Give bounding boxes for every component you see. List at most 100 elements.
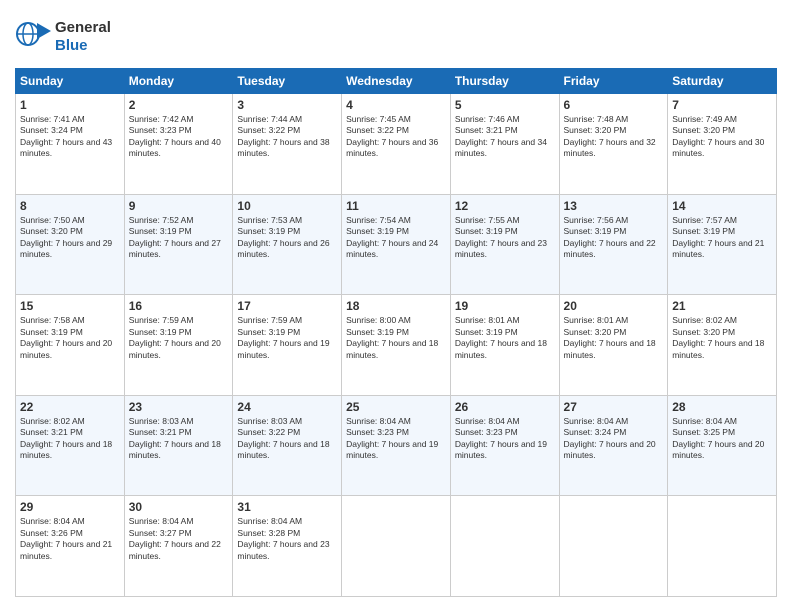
day-info: Sunrise: 8:04 AM Sunset: 3:24 PM Dayligh… bbox=[564, 416, 664, 462]
day-info: Sunrise: 7:50 AM Sunset: 3:20 PM Dayligh… bbox=[20, 215, 120, 261]
logo-icon bbox=[15, 15, 53, 53]
calendar-day-cell: 9 Sunrise: 7:52 AM Sunset: 3:19 PM Dayli… bbox=[124, 194, 233, 295]
day-number: 16 bbox=[129, 299, 229, 313]
day-number: 5 bbox=[455, 98, 555, 112]
day-info: Sunrise: 8:00 AM Sunset: 3:19 PM Dayligh… bbox=[346, 315, 446, 361]
calendar-day-cell: 28 Sunrise: 8:04 AM Sunset: 3:25 PM Dayl… bbox=[668, 395, 777, 496]
calendar-day-cell: 2 Sunrise: 7:42 AM Sunset: 3:23 PM Dayli… bbox=[124, 94, 233, 195]
day-number: 18 bbox=[346, 299, 446, 313]
calendar-day-cell: 10 Sunrise: 7:53 AM Sunset: 3:19 PM Dayl… bbox=[233, 194, 342, 295]
day-number: 10 bbox=[237, 199, 337, 213]
calendar-day-cell: 16 Sunrise: 7:59 AM Sunset: 3:19 PM Dayl… bbox=[124, 295, 233, 396]
day-of-week-header: Friday bbox=[559, 69, 668, 94]
calendar-day-cell: 19 Sunrise: 8:01 AM Sunset: 3:19 PM Dayl… bbox=[450, 295, 559, 396]
calendar-day-cell bbox=[559, 496, 668, 597]
day-number: 12 bbox=[455, 199, 555, 213]
calendar-day-cell: 11 Sunrise: 7:54 AM Sunset: 3:19 PM Dayl… bbox=[342, 194, 451, 295]
day-info: Sunrise: 7:41 AM Sunset: 3:24 PM Dayligh… bbox=[20, 114, 120, 160]
day-info: Sunrise: 7:53 AM Sunset: 3:19 PM Dayligh… bbox=[237, 215, 337, 261]
day-info: Sunrise: 7:46 AM Sunset: 3:21 PM Dayligh… bbox=[455, 114, 555, 160]
calendar-day-cell: 17 Sunrise: 7:59 AM Sunset: 3:19 PM Dayl… bbox=[233, 295, 342, 396]
logo: General Blue bbox=[15, 15, 111, 58]
page: General Blue SundayMondayTuesdayWednesda… bbox=[0, 0, 792, 612]
day-info: Sunrise: 7:45 AM Sunset: 3:22 PM Dayligh… bbox=[346, 114, 446, 160]
calendar-day-cell bbox=[342, 496, 451, 597]
day-number: 22 bbox=[20, 400, 120, 414]
day-of-week-header: Sunday bbox=[16, 69, 125, 94]
day-info: Sunrise: 7:52 AM Sunset: 3:19 PM Dayligh… bbox=[129, 215, 229, 261]
calendar-week-row: 22 Sunrise: 8:02 AM Sunset: 3:21 PM Dayl… bbox=[16, 395, 777, 496]
day-number: 17 bbox=[237, 299, 337, 313]
day-info: Sunrise: 8:01 AM Sunset: 3:19 PM Dayligh… bbox=[455, 315, 555, 361]
day-number: 23 bbox=[129, 400, 229, 414]
day-number: 25 bbox=[346, 400, 446, 414]
calendar-day-cell bbox=[668, 496, 777, 597]
day-info: Sunrise: 7:59 AM Sunset: 3:19 PM Dayligh… bbox=[129, 315, 229, 361]
day-number: 8 bbox=[20, 199, 120, 213]
day-info: Sunrise: 7:49 AM Sunset: 3:20 PM Dayligh… bbox=[672, 114, 772, 160]
day-number: 4 bbox=[346, 98, 446, 112]
calendar-day-cell: 8 Sunrise: 7:50 AM Sunset: 3:20 PM Dayli… bbox=[16, 194, 125, 295]
day-number: 24 bbox=[237, 400, 337, 414]
day-of-week-header: Tuesday bbox=[233, 69, 342, 94]
day-number: 3 bbox=[237, 98, 337, 112]
calendar-day-cell: 1 Sunrise: 7:41 AM Sunset: 3:24 PM Dayli… bbox=[16, 94, 125, 195]
day-info: Sunrise: 7:48 AM Sunset: 3:20 PM Dayligh… bbox=[564, 114, 664, 160]
day-number: 7 bbox=[672, 98, 772, 112]
day-number: 29 bbox=[20, 500, 120, 514]
day-number: 20 bbox=[564, 299, 664, 313]
calendar-day-cell: 5 Sunrise: 7:46 AM Sunset: 3:21 PM Dayli… bbox=[450, 94, 559, 195]
calendar-day-cell bbox=[450, 496, 559, 597]
day-number: 1 bbox=[20, 98, 120, 112]
day-number: 30 bbox=[129, 500, 229, 514]
calendar-day-cell: 21 Sunrise: 8:02 AM Sunset: 3:20 PM Dayl… bbox=[668, 295, 777, 396]
calendar-day-cell: 13 Sunrise: 7:56 AM Sunset: 3:19 PM Dayl… bbox=[559, 194, 668, 295]
day-info: Sunrise: 7:56 AM Sunset: 3:19 PM Dayligh… bbox=[564, 215, 664, 261]
day-of-week-header: Monday bbox=[124, 69, 233, 94]
day-number: 14 bbox=[672, 199, 772, 213]
calendar-day-cell: 6 Sunrise: 7:48 AM Sunset: 3:20 PM Dayli… bbox=[559, 94, 668, 195]
day-of-week-header: Thursday bbox=[450, 69, 559, 94]
day-info: Sunrise: 8:04 AM Sunset: 3:26 PM Dayligh… bbox=[20, 516, 120, 562]
day-info: Sunrise: 8:02 AM Sunset: 3:20 PM Dayligh… bbox=[672, 315, 772, 361]
day-info: Sunrise: 8:04 AM Sunset: 3:25 PM Dayligh… bbox=[672, 416, 772, 462]
calendar-day-cell: 26 Sunrise: 8:04 AM Sunset: 3:23 PM Dayl… bbox=[450, 395, 559, 496]
day-number: 19 bbox=[455, 299, 555, 313]
day-number: 28 bbox=[672, 400, 772, 414]
day-info: Sunrise: 8:03 AM Sunset: 3:21 PM Dayligh… bbox=[129, 416, 229, 462]
day-number: 26 bbox=[455, 400, 555, 414]
calendar-day-cell: 7 Sunrise: 7:49 AM Sunset: 3:20 PM Dayli… bbox=[668, 94, 777, 195]
calendar-day-cell: 23 Sunrise: 8:03 AM Sunset: 3:21 PM Dayl… bbox=[124, 395, 233, 496]
calendar-day-cell: 12 Sunrise: 7:55 AM Sunset: 3:19 PM Dayl… bbox=[450, 194, 559, 295]
day-info: Sunrise: 8:04 AM Sunset: 3:23 PM Dayligh… bbox=[455, 416, 555, 462]
calendar-day-cell: 22 Sunrise: 8:02 AM Sunset: 3:21 PM Dayl… bbox=[16, 395, 125, 496]
day-number: 27 bbox=[564, 400, 664, 414]
header: General Blue bbox=[15, 15, 777, 58]
calendar-day-cell: 27 Sunrise: 8:04 AM Sunset: 3:24 PM Dayl… bbox=[559, 395, 668, 496]
day-info: Sunrise: 7:59 AM Sunset: 3:19 PM Dayligh… bbox=[237, 315, 337, 361]
calendar-week-row: 29 Sunrise: 8:04 AM Sunset: 3:26 PM Dayl… bbox=[16, 496, 777, 597]
calendar-body: 1 Sunrise: 7:41 AM Sunset: 3:24 PM Dayli… bbox=[16, 94, 777, 597]
calendar-day-cell: 25 Sunrise: 8:04 AM Sunset: 3:23 PM Dayl… bbox=[342, 395, 451, 496]
day-of-week-header: Wednesday bbox=[342, 69, 451, 94]
calendar-header-row: SundayMondayTuesdayWednesdayThursdayFrid… bbox=[16, 69, 777, 94]
day-info: Sunrise: 7:55 AM Sunset: 3:19 PM Dayligh… bbox=[455, 215, 555, 261]
logo-name-general: General bbox=[55, 19, 111, 37]
calendar-table: SundayMondayTuesdayWednesdayThursdayFrid… bbox=[15, 68, 777, 597]
day-info: Sunrise: 7:58 AM Sunset: 3:19 PM Dayligh… bbox=[20, 315, 120, 361]
day-number: 31 bbox=[237, 500, 337, 514]
day-info: Sunrise: 8:04 AM Sunset: 3:28 PM Dayligh… bbox=[237, 516, 337, 562]
calendar-day-cell: 31 Sunrise: 8:04 AM Sunset: 3:28 PM Dayl… bbox=[233, 496, 342, 597]
day-info: Sunrise: 7:44 AM Sunset: 3:22 PM Dayligh… bbox=[237, 114, 337, 160]
day-info: Sunrise: 7:57 AM Sunset: 3:19 PM Dayligh… bbox=[672, 215, 772, 261]
day-of-week-header: Saturday bbox=[668, 69, 777, 94]
day-number: 6 bbox=[564, 98, 664, 112]
day-info: Sunrise: 8:03 AM Sunset: 3:22 PM Dayligh… bbox=[237, 416, 337, 462]
calendar-day-cell: 3 Sunrise: 7:44 AM Sunset: 3:22 PM Dayli… bbox=[233, 94, 342, 195]
day-number: 9 bbox=[129, 199, 229, 213]
day-number: 2 bbox=[129, 98, 229, 112]
calendar-week-row: 8 Sunrise: 7:50 AM Sunset: 3:20 PM Dayli… bbox=[16, 194, 777, 295]
day-number: 13 bbox=[564, 199, 664, 213]
calendar-week-row: 1 Sunrise: 7:41 AM Sunset: 3:24 PM Dayli… bbox=[16, 94, 777, 195]
calendar-day-cell: 18 Sunrise: 8:00 AM Sunset: 3:19 PM Dayl… bbox=[342, 295, 451, 396]
